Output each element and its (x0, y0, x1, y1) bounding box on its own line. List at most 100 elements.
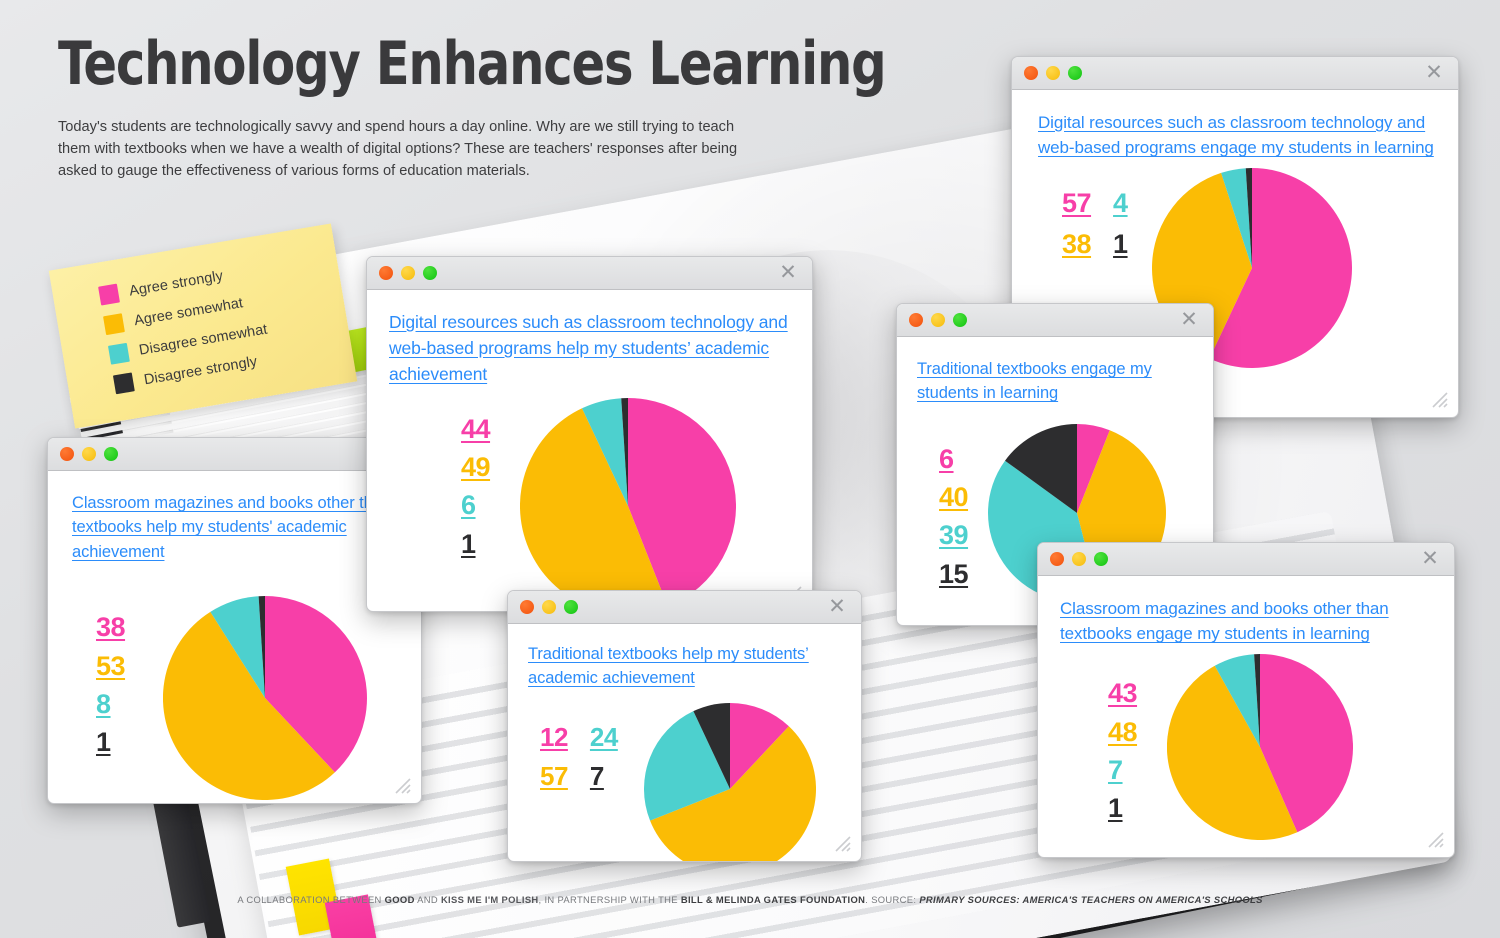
maximize-traffic-light-icon[interactable] (423, 266, 437, 280)
pie-chart (163, 596, 368, 801)
footer-lead: A COLLABORATION BETWEEN (237, 894, 385, 905)
value-agree-somewhat: 53 (96, 650, 126, 681)
traffic-lights (520, 600, 578, 614)
minimize-traffic-light-icon[interactable] (542, 600, 556, 614)
close-traffic-light-icon[interactable] (1050, 552, 1064, 566)
close-icon[interactable]: ✕ (1420, 548, 1440, 569)
value-disagree-somewhat: 24 (589, 721, 618, 752)
value-disagree-somewhat: 6 (461, 490, 476, 521)
legend-label-agree-strongly: Agree strongly (127, 267, 225, 300)
traffic-lights (909, 313, 967, 327)
maximize-traffic-light-icon[interactable] (564, 600, 578, 614)
minimize-traffic-light-icon[interactable] (401, 266, 415, 280)
footer-good: GOOD (384, 894, 415, 905)
window-textbooks-achievement[interactable]: ✕ Traditional textbooks help my students’… (507, 590, 862, 862)
window-body: Traditional textbooks help my students’ … (508, 624, 861, 861)
window-titlebar[interactable]: ✕ (897, 304, 1213, 337)
question-link[interactable]: Digital resources such as classroom tech… (1038, 110, 1436, 160)
window-titlebar[interactable]: ✕ (508, 591, 861, 624)
value-readout: 57 4 38 1 (1062, 184, 1128, 263)
value-disagree-strongly: 1 (1108, 793, 1123, 824)
close-icon[interactable]: ✕ (1424, 62, 1444, 83)
header: Technology Enhances Learning Today's stu… (58, 33, 887, 182)
footer-credit: A COLLABORATION BETWEEN GOOD AND KISS ME… (0, 894, 1500, 905)
value-disagree-somewhat: 7 (1108, 754, 1123, 785)
resize-grip-icon[interactable] (1425, 829, 1445, 849)
intro-paragraph: Today's students are technologically sav… (58, 118, 738, 180)
close-traffic-light-icon[interactable] (520, 600, 534, 614)
question-link[interactable]: Traditional textbooks help my students’ … (528, 642, 843, 691)
footer-gates-foundation: BILL & MELINDA GATES FOUNDATION (680, 894, 866, 905)
footer-mid: , IN PARTNERSHIP WITH THE (538, 894, 681, 905)
close-traffic-light-icon[interactable] (60, 447, 74, 461)
footer-kiss-me-im-polish: KISS ME I'M POLISH (440, 894, 539, 905)
close-traffic-light-icon[interactable] (379, 266, 393, 280)
minimize-traffic-light-icon[interactable] (1072, 552, 1086, 566)
resize-grip-icon[interactable] (1429, 389, 1449, 409)
value-disagree-somewhat: 8 (96, 688, 111, 719)
window-titlebar[interactable]: ✕ (1038, 543, 1454, 576)
close-icon[interactable]: ✕ (778, 262, 798, 283)
value-agree-somewhat: 40 (939, 482, 969, 513)
chart-content: 43 48 7 1 (1060, 654, 1434, 841)
value-readout: 43 48 7 1 (1108, 674, 1138, 827)
infographic-canvas: Agree strongly Agree somewhat Disagree s… (0, 0, 1500, 938)
value-disagree-somewhat: 39 (939, 520, 969, 551)
legend-swatch-agree-somewhat (103, 313, 125, 336)
value-disagree-strongly: 15 (939, 558, 969, 589)
traffic-lights (379, 266, 437, 280)
pie-chart (643, 702, 816, 861)
minimize-traffic-light-icon[interactable] (1046, 66, 1060, 80)
traffic-lights (60, 447, 118, 461)
question-link[interactable]: Traditional textbooks engage my students… (917, 357, 1195, 406)
legend-swatch-agree-strongly (98, 283, 120, 306)
value-disagree-strongly: 1 (1113, 228, 1128, 259)
window-body: Classroom magazines and books other than… (1038, 576, 1454, 857)
resize-grip-icon[interactable] (392, 775, 412, 795)
window-titlebar[interactable]: ✕ (1012, 57, 1458, 90)
chart-content: 44 49 6 1 (389, 397, 790, 611)
footer-source-label: . SOURCE: (865, 894, 920, 905)
minimize-traffic-light-icon[interactable] (931, 313, 945, 327)
close-traffic-light-icon[interactable] (1024, 66, 1038, 80)
value-agree-strongly: 44 (461, 413, 491, 444)
legend-swatch-disagree-strongly (112, 372, 135, 395)
maximize-traffic-light-icon[interactable] (104, 447, 118, 461)
value-agree-strongly: 43 (1108, 678, 1138, 709)
value-disagree-strongly: 1 (96, 727, 111, 758)
maximize-traffic-light-icon[interactable] (1068, 66, 1082, 80)
maximize-traffic-light-icon[interactable] (1094, 552, 1108, 566)
legend-label-disagree-strongly: Disagree strongly (142, 353, 259, 388)
value-agree-strongly: 12 (540, 721, 568, 752)
pie-chart (1167, 654, 1353, 841)
close-traffic-light-icon[interactable] (909, 313, 923, 327)
footer-source: PRIMARY SOURCES: AMERICA'S TEACHERS ON A… (919, 894, 1263, 905)
value-disagree-somewhat: 4 (1113, 188, 1128, 219)
pie-chart (520, 397, 737, 611)
value-agree-somewhat: 38 (1062, 228, 1092, 259)
close-icon[interactable]: ✕ (827, 596, 847, 617)
close-icon[interactable]: ✕ (1179, 309, 1199, 330)
value-readout: 6 40 39 15 (939, 440, 969, 593)
window-body: Digital resources such as classroom tech… (367, 290, 812, 611)
value-agree-strongly: 57 (1062, 188, 1092, 219)
maximize-traffic-light-icon[interactable] (953, 313, 967, 327)
question-link[interactable]: Classroom magazines and books other than… (1060, 596, 1434, 646)
value-agree-somewhat: 49 (461, 452, 491, 482)
value-agree-strongly: 38 (96, 612, 126, 643)
value-disagree-strongly: 7 (589, 760, 604, 791)
value-readout: 44 49 6 1 (461, 410, 491, 563)
value-agree-somewhat: 57 (540, 760, 568, 791)
window-magazines-engage[interactable]: ✕ Classroom magazines and books other tha… (1037, 542, 1455, 858)
chart-content: 38 53 8 1 (72, 578, 401, 801)
window-titlebar[interactable]: ✕ (367, 257, 812, 290)
resize-grip-icon[interactable] (832, 833, 852, 853)
value-readout: 12 24 57 7 (540, 719, 618, 795)
question-link[interactable]: Classroom magazines and books other than… (72, 491, 401, 564)
footer-and: AND (414, 894, 441, 905)
question-link[interactable]: Digital resources such as classroom tech… (389, 310, 790, 388)
value-agree-strongly: 6 (939, 443, 954, 474)
value-disagree-strongly: 1 (461, 528, 476, 559)
minimize-traffic-light-icon[interactable] (82, 447, 96, 461)
window-digital-achievement[interactable]: ✕ Digital resources such as classroom tec… (366, 256, 813, 612)
